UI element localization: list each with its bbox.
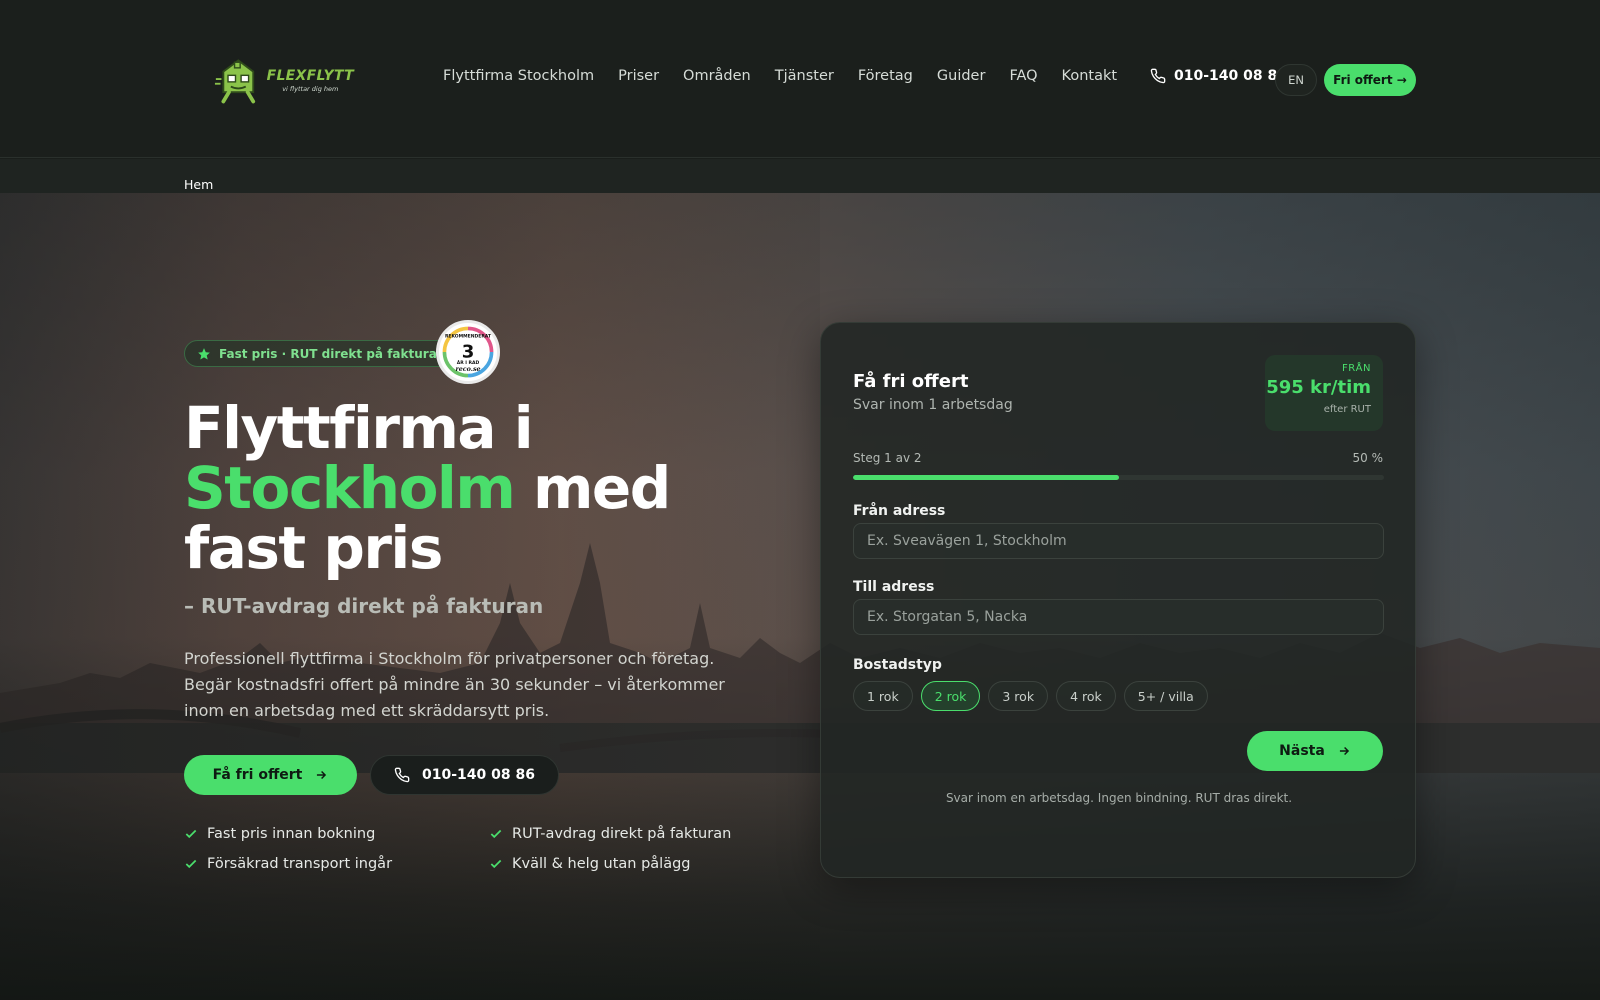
svg-text:REKOMMENDERAT: REKOMMENDERAT xyxy=(445,334,492,340)
price-value: 595 kr/tim xyxy=(1266,377,1371,398)
main-nav: Flyttfirma Stockholm Priser Områden Tjän… xyxy=(443,68,1117,84)
progress-bar-fill xyxy=(853,475,1119,480)
quote-form-card: Få fri offert Svar inom 1 arbetsdag FRÅN… xyxy=(820,322,1416,878)
hero-subtitle: – RUT-avdrag direkt på fakturan xyxy=(184,594,544,618)
price-box: FRÅN 595 kr/tim efter RUT xyxy=(1265,355,1383,431)
price-from-label: FRÅN xyxy=(1341,363,1371,374)
benefit-item: Fast pris innan bokning xyxy=(184,826,489,842)
benefit-item: RUT-avdrag direkt på fakturan xyxy=(489,826,744,842)
check-icon xyxy=(490,859,502,869)
benefit-item: Försäkrad transport ingår xyxy=(184,856,489,872)
form-subtitle: Svar inom 1 arbetsdag xyxy=(853,397,1013,413)
nav-item-foretag[interactable]: Företag xyxy=(858,68,913,84)
brand-logo[interactable]: FLEXFLYTT vi flyttar dig hem xyxy=(214,52,354,108)
housing-type-option[interactable]: 5+ / villa xyxy=(1123,681,1208,711)
hero-description: Professionell flyttfirma i Stockholm för… xyxy=(184,649,725,720)
check-icon xyxy=(185,829,197,839)
check-icon xyxy=(490,829,502,839)
benefit-text: Fast pris innan bokning xyxy=(207,826,376,842)
header-phone-number: 010-140 08 86 xyxy=(1174,68,1287,84)
housing-type-option[interactable]: 3 rok xyxy=(988,681,1049,711)
progress-bar xyxy=(853,475,1384,480)
nav-item-priser[interactable]: Priser xyxy=(618,68,659,84)
nav-item-flyttfirma-stockholm[interactable]: Flyttfirma Stockholm xyxy=(443,68,594,84)
housing-type-option[interactable]: 4 rok xyxy=(1056,681,1116,711)
nav-item-guider[interactable]: Guider xyxy=(937,68,986,84)
brand-name: FLEXFLYTT xyxy=(266,67,354,84)
hero-title-highlight: Stockholm xyxy=(184,454,516,522)
phone-icon xyxy=(394,767,410,783)
hero-title: Flyttfirma i Stockholm med fast pris xyxy=(184,398,784,578)
star-icon xyxy=(198,347,210,360)
progress-percent: 50 % xyxy=(1352,451,1384,465)
to-address-label: Till adress xyxy=(853,579,935,595)
to-address-input[interactable] xyxy=(853,599,1384,635)
svg-text:reco.se: reco.se xyxy=(455,366,480,373)
svg-text:3: 3 xyxy=(462,341,475,362)
fixed-price-badge: Fast pris · RUT direkt på fakturan xyxy=(184,340,459,367)
badge-text: Fast pris · RUT direkt på fakturan xyxy=(219,346,446,361)
arrow-right-icon xyxy=(1339,746,1349,756)
nav-item-omraden[interactable]: Områden xyxy=(683,68,751,84)
house-mascot-icon xyxy=(214,59,256,104)
nav-item-kontakt[interactable]: Kontakt xyxy=(1062,68,1118,84)
phone-icon xyxy=(1150,68,1166,84)
housing-type-option[interactable]: 1 rok xyxy=(853,681,913,711)
hero-offer-button-label: Få fri offert xyxy=(212,767,303,783)
hero-phone-button-label: 010-140 08 86 xyxy=(422,767,535,783)
header-phone-link[interactable]: 010-140 08 86 xyxy=(1150,68,1287,84)
hero-phone-button[interactable]: 010-140 08 86 xyxy=(370,755,559,795)
site-header: FLEXFLYTT vi flyttar dig hem Flyttfirma … xyxy=(0,0,1600,158)
price-note: efter RUT xyxy=(1323,404,1371,415)
benefits-list: Fast pris innan bokning RUT-avdrag direk… xyxy=(184,826,744,872)
housing-type-option[interactable]: 2 rok xyxy=(920,681,981,711)
header-offer-button[interactable]: Fri offert → xyxy=(1324,64,1416,96)
from-address-input[interactable] xyxy=(853,523,1384,559)
next-step-button[interactable]: Nästa xyxy=(1247,731,1383,771)
benefit-text: Kväll & helg utan pålägg xyxy=(512,856,691,872)
step-indicator: Steg 1 av 2 xyxy=(853,451,922,465)
from-address-label: Från adress xyxy=(853,503,946,519)
benefit-text: RUT-avdrag direkt på fakturan xyxy=(512,826,732,842)
nav-item-tjanster[interactable]: Tjänster xyxy=(775,68,834,84)
hero-offer-button[interactable]: Få fri offert xyxy=(184,755,357,795)
housing-type-label: Bostadstyp xyxy=(853,657,942,673)
form-title: Få fri offert xyxy=(853,371,969,392)
breadcrumb-home[interactable]: Hem xyxy=(184,177,213,192)
benefit-text: Försäkrad transport ingår xyxy=(207,856,393,872)
breadcrumb-bar xyxy=(0,159,1600,193)
benefit-item: Kväll & helg utan pålägg xyxy=(489,856,744,872)
language-toggle[interactable]: EN xyxy=(1275,64,1317,96)
brand-tagline: vi flyttar dig hem xyxy=(282,84,339,93)
housing-type-options: 1 rok 2 rok 3 rok 4 rok 5+ / villa xyxy=(853,681,1208,711)
arrow-right-icon xyxy=(317,770,327,780)
check-icon xyxy=(185,859,197,869)
reco-award-seal: REKOMMENDERAT 3 ÅR I RAD reco.se xyxy=(436,320,500,384)
nav-item-faq[interactable]: FAQ xyxy=(1009,68,1037,84)
hero-title-line1: Flyttfirma i xyxy=(184,394,534,462)
next-step-label: Nästa xyxy=(1279,743,1325,759)
form-footer-note: Svar inom en arbetsdag. Ingen bindning. … xyxy=(945,791,1293,805)
